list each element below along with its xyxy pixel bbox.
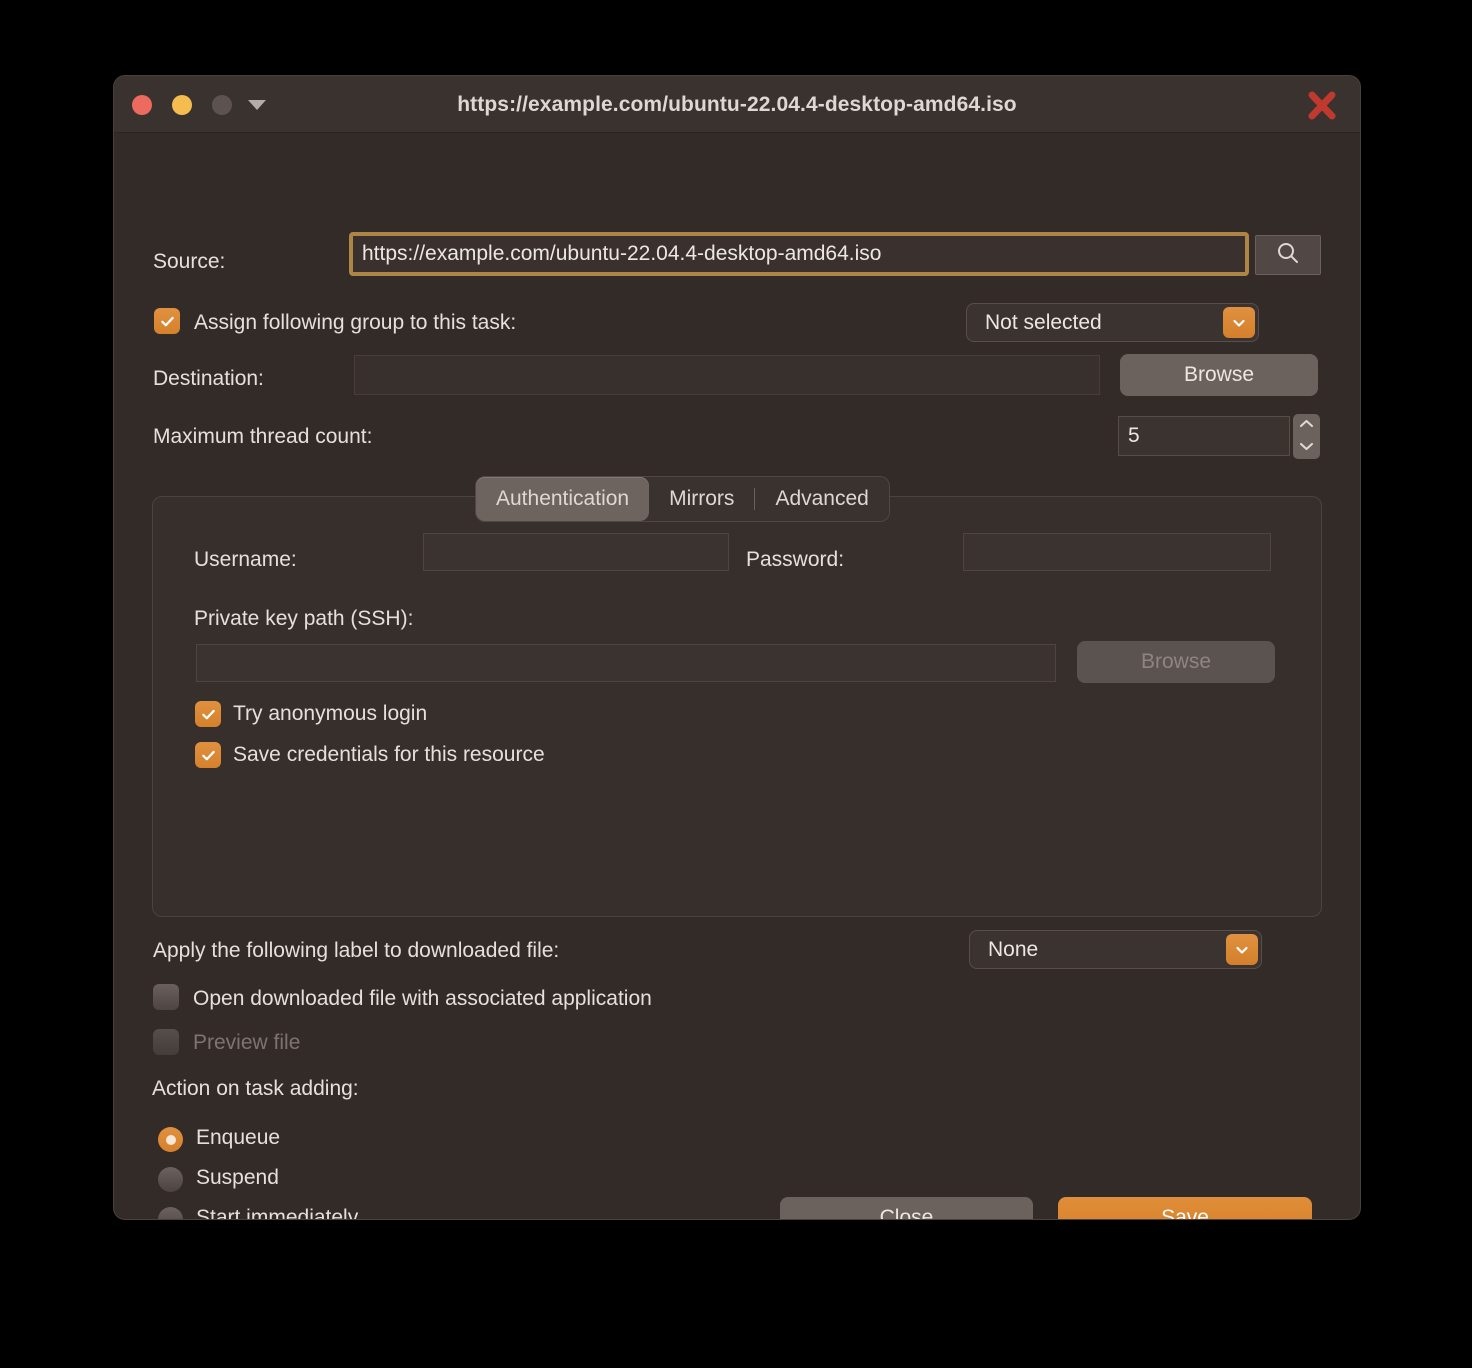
radio-enqueue-label: Enqueue <box>196 1126 280 1150</box>
save-button[interactable]: Save <box>1058 1197 1312 1220</box>
username-input[interactable] <box>423 533 729 571</box>
destination-browse-button[interactable]: Browse <box>1120 354 1318 396</box>
radio-enqueue[interactable] <box>158 1127 183 1152</box>
password-label: Password: <box>746 548 844 572</box>
max-thread-count-input[interactable] <box>1118 416 1290 456</box>
private-key-browse-button[interactable]: Browse <box>1077 641 1275 683</box>
max-thread-count-label: Maximum thread count: <box>153 425 372 449</box>
preview-file-checkbox[interactable] <box>153 1029 179 1055</box>
file-label-select-value: None <box>988 938 1038 962</box>
tab-advanced[interactable]: Advanced <box>755 477 888 521</box>
stepper-up-icon[interactable] <box>1298 416 1315 434</box>
search-icon <box>1275 240 1301 271</box>
tab-mirrors-label: Mirrors <box>669 487 734 511</box>
file-label-select[interactable]: None <box>969 930 1262 969</box>
source-input[interactable] <box>349 232 1249 276</box>
tab-authentication[interactable]: Authentication <box>476 477 649 521</box>
open-with-app-label: Open downloaded file with associated app… <box>193 987 652 1011</box>
save-credentials-checkbox[interactable] <box>195 742 221 768</box>
destination-label: Destination: <box>153 367 264 391</box>
radio-suspend[interactable] <box>158 1167 183 1192</box>
chevron-down-icon[interactable] <box>1223 307 1255 338</box>
window-title: https://example.com/ubuntu-22.04.4-deskt… <box>114 93 1360 117</box>
assign-group-checkbox[interactable] <box>154 308 180 334</box>
close-button[interactable]: Close <box>780 1197 1033 1220</box>
window-body: Source: Assign following group to this t… <box>114 133 1360 1219</box>
tab-mirrors[interactable]: Mirrors <box>649 477 754 521</box>
settings-tabbar: Authentication Mirrors Advanced <box>475 476 890 522</box>
radio-start-immediately-label: Start immediately <box>196 1206 358 1220</box>
private-key-path-label: Private key path (SSH): <box>194 607 413 631</box>
source-label: Source: <box>153 250 225 274</box>
chevron-down-icon[interactable] <box>1226 934 1258 965</box>
search-button[interactable] <box>1255 235 1321 275</box>
check-icon <box>201 707 216 722</box>
tab-authentication-label: Authentication <box>496 487 629 511</box>
try-anonymous-login-checkbox[interactable] <box>195 701 221 727</box>
destination-input[interactable] <box>354 355 1100 395</box>
download-task-window: https://example.com/ubuntu-22.04.4-deskt… <box>113 75 1361 1220</box>
group-select-value: Not selected <box>985 311 1102 335</box>
private-key-path-input[interactable] <box>196 644 1056 682</box>
radio-dot-icon <box>166 1135 176 1145</box>
username-label: Username: <box>194 548 297 572</box>
tab-advanced-label: Advanced <box>775 487 868 511</box>
password-input[interactable] <box>963 533 1271 571</box>
check-icon <box>201 748 216 763</box>
close-icon[interactable] <box>1304 88 1340 124</box>
radio-suspend-label: Suspend <box>196 1166 279 1190</box>
window-titlebar: https://example.com/ubuntu-22.04.4-deskt… <box>114 76 1360 133</box>
apply-label-title: Apply the following label to downloaded … <box>153 939 559 963</box>
action-on-task-adding-title: Action on task adding: <box>152 1077 359 1101</box>
stepper-down-icon[interactable] <box>1298 439 1315 457</box>
max-thread-count-stepper[interactable] <box>1293 414 1320 459</box>
radio-start-immediately[interactable] <box>158 1207 183 1220</box>
preview-file-label: Preview file <box>193 1031 300 1055</box>
try-anonymous-login-label: Try anonymous login <box>233 702 427 726</box>
group-select[interactable]: Not selected <box>966 303 1259 342</box>
open-with-app-checkbox[interactable] <box>153 984 179 1010</box>
save-credentials-label: Save credentials for this resource <box>233 743 545 767</box>
assign-group-label: Assign following group to this task: <box>194 311 516 335</box>
check-icon <box>160 314 175 329</box>
